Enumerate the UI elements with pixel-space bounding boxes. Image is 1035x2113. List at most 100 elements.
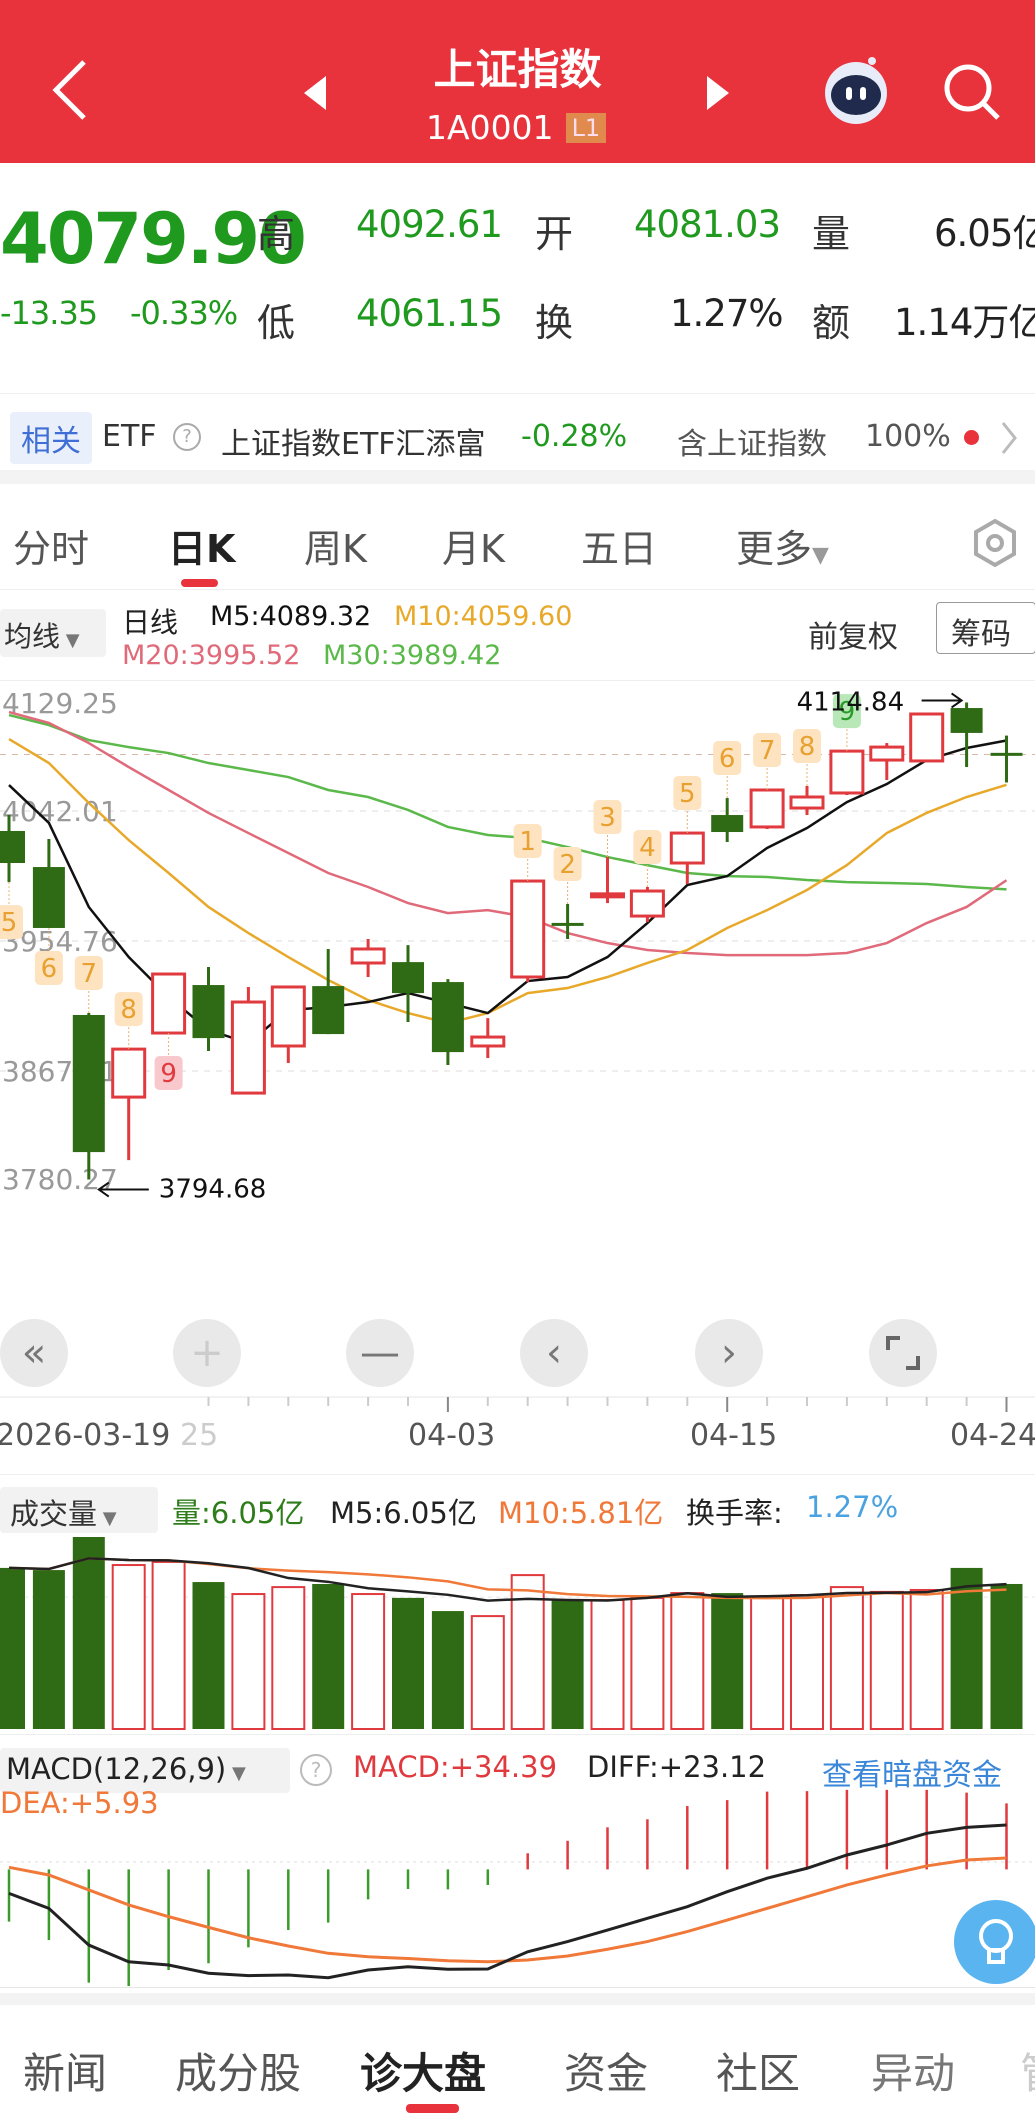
scroll-right-button[interactable]: › <box>695 1319 763 1387</box>
fullscreen-icon <box>886 1336 920 1370</box>
candle <box>749 788 785 830</box>
candle-body <box>669 831 705 865</box>
candle <box>192 967 225 1052</box>
volume-bar <box>271 1586 306 1731</box>
candle <box>312 948 345 1035</box>
date-label: 04-15 <box>690 1418 778 1453</box>
scroll-to-start-button[interactable]: « <box>0 1319 68 1387</box>
date-label: 25 <box>180 1418 219 1453</box>
chevron-right-icon: › <box>721 1330 737 1376</box>
scroll-left-button[interactable]: ‹ <box>520 1319 588 1387</box>
dropdown-icon: ▼ <box>226 1763 246 1784</box>
volume-bar <box>72 1537 105 1729</box>
volume-bar <box>431 1611 464 1729</box>
td-count-label: 8 <box>120 995 137 1025</box>
candle <box>230 986 266 1095</box>
volume-bar <box>392 1597 424 1729</box>
dark-pool-funds-link[interactable]: 查看暗盘资金 <box>822 1750 1002 1794</box>
tab-community[interactable]: 社区 <box>716 2040 800 2101</box>
divider <box>0 1734 1035 1735</box>
tab-news[interactable]: 新闻 <box>23 2040 107 2101</box>
candle <box>629 887 665 923</box>
td-count-label: 9 <box>160 1059 177 1089</box>
volume-bar <box>470 1615 505 1731</box>
divider <box>0 1474 1035 1475</box>
candle-body <box>869 745 905 762</box>
candle <box>950 702 983 768</box>
volume-bar <box>829 1586 864 1731</box>
date-label: 04-03 <box>408 1418 496 1453</box>
candle-body <box>629 889 665 918</box>
volume-bar <box>711 1593 744 1729</box>
candle-body <box>431 982 464 1053</box>
chevron-left-icon: ‹ <box>546 1330 562 1376</box>
candle <box>551 903 584 940</box>
zoom-in-button[interactable]: + <box>173 1319 241 1387</box>
candle-body <box>551 922 584 926</box>
volume-bar <box>790 1594 824 1730</box>
candle <box>470 1018 506 1059</box>
td-count-label: 6 <box>719 744 736 774</box>
candle-body <box>749 788 785 829</box>
candle <box>72 1013 105 1180</box>
td-count-label: 2 <box>559 850 576 880</box>
volume-bar <box>151 1560 186 1730</box>
tips-button[interactable] <box>954 1900 1035 1984</box>
candle-body <box>350 947 386 965</box>
volume-bar <box>909 1588 944 1730</box>
volume-m10: M10:5.81亿 <box>498 1496 664 1530</box>
tab-market-diagnosis[interactable]: 诊大盘 <box>360 2040 486 2101</box>
ma20-line <box>8 710 1008 957</box>
volume-bar <box>750 1595 785 1730</box>
candle-body <box>829 749 865 795</box>
candle <box>270 985 306 1063</box>
candle-body <box>990 752 1023 756</box>
zoom-out-button[interactable]: — <box>346 1319 414 1387</box>
volume-bar <box>869 1590 904 1730</box>
volume-value: 量:6.05亿 <box>172 1496 305 1530</box>
candle-body <box>270 985 306 1048</box>
section-gap <box>0 1993 1035 2005</box>
dea-value: DEA:+5.93 <box>0 1786 159 1820</box>
candle <box>350 939 386 977</box>
date-label: 04-24 <box>950 1418 1035 1453</box>
candle <box>151 972 187 1035</box>
volume-bar <box>990 1583 1023 1729</box>
candle-body <box>0 830 25 864</box>
arrow-right-icon <box>921 692 964 709</box>
tab-more-clipped[interactable]: 管 <box>1020 2040 1035 2101</box>
macd-select-label: MACD(12,26,9) <box>6 1752 227 1786</box>
candle <box>510 879 546 983</box>
volume-bar <box>630 1596 665 1731</box>
candle-body <box>392 962 424 994</box>
volume-indicator-select[interactable]: 成交量 ▼ <box>0 1487 158 1533</box>
fullscreen-button[interactable] <box>869 1319 937 1387</box>
volume-bar <box>0 1567 25 1729</box>
help-icon[interactable]: ? <box>300 1754 332 1786</box>
candle-body <box>312 986 345 1035</box>
candle <box>869 743 905 781</box>
tab-funds[interactable]: 资金 <box>564 2040 648 2101</box>
candle <box>111 1047 147 1161</box>
candle-body <box>909 712 945 763</box>
candle-body <box>711 815 744 833</box>
lightbulb-icon <box>979 1919 1013 1964</box>
tab-constituents[interactable]: 成分股 <box>175 2040 301 2101</box>
td-count-label: 1 <box>519 827 536 857</box>
max-price-label: 4114.84 <box>797 687 905 717</box>
tab-movements[interactable]: 异动 <box>871 2040 955 2101</box>
minus-icon: — <box>360 1330 400 1376</box>
volume-bar <box>590 1599 625 1730</box>
double-chevron-left-icon: « <box>21 1330 47 1376</box>
candle-body <box>470 1035 506 1048</box>
candle-body <box>789 795 825 810</box>
turnover-rate-label: 换手率: <box>686 1496 783 1530</box>
candle-body <box>590 892 625 899</box>
candle-body <box>151 972 187 1035</box>
diff-value: DIFF:+23.12 <box>587 1750 767 1784</box>
candle-body <box>111 1047 147 1099</box>
candle-body <box>230 1000 266 1095</box>
min-price-label: 3794.68 <box>159 1175 267 1205</box>
price-axis-label: 4042.01 <box>2 795 118 828</box>
volume-m5: M5:6.05亿 <box>330 1496 477 1530</box>
